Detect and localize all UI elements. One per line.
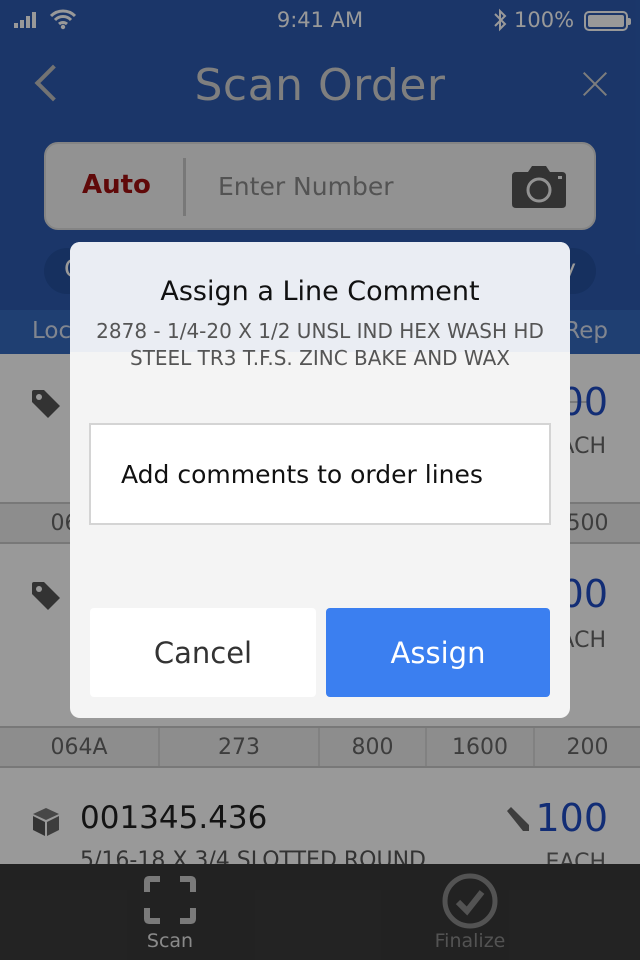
comment-input[interactable]: [89, 423, 551, 525]
dialog-subtitle: 2878 - 1/4-20 X 1/2 UNSL IND HEX WASH HD…: [96, 319, 544, 370]
assign-comment-dialog: Assign a Line Comment 2878 - 1/4-20 X 1/…: [70, 242, 570, 718]
cancel-button[interactable]: Cancel: [90, 608, 316, 697]
dialog-title: Assign a Line Comment: [160, 276, 480, 307]
assign-button[interactable]: Assign: [326, 608, 550, 697]
